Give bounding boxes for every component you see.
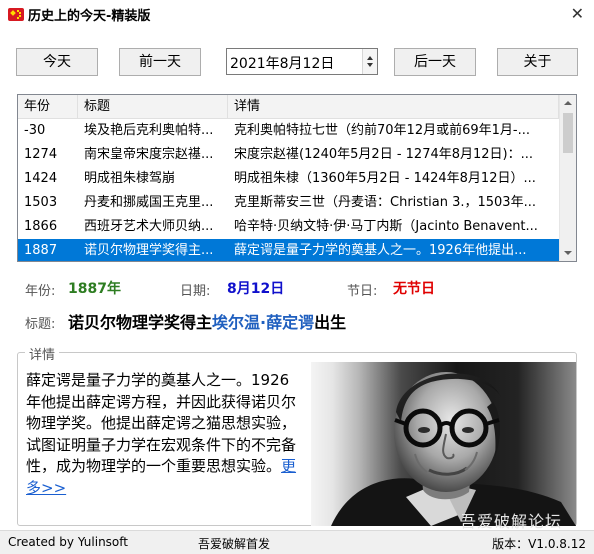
date-picker-value[interactable]: 2021年8月12日 bbox=[230, 53, 334, 73]
column-header-title[interactable]: 标题 bbox=[78, 95, 228, 119]
spin-up-icon[interactable] bbox=[367, 56, 373, 60]
column-header-year[interactable]: 年份 bbox=[18, 95, 78, 119]
status-release: 吾爱破解首发 bbox=[198, 537, 271, 551]
cell-year: 1424 bbox=[24, 171, 58, 186]
details-text: 薛定谔是量子力学的奠基人之一。1926年他提出薛定谔方程，并因此获得诺贝尔物理学… bbox=[26, 370, 304, 499]
cell-detail: 明成祖朱棣（1360年5月2日 - 1424年8月12日）... bbox=[234, 171, 536, 186]
today-button[interactable]: 今天 bbox=[16, 48, 98, 76]
details-group-title: 详情 bbox=[25, 344, 60, 363]
table-row[interactable]: 1424 明成祖朱棣驾崩 明成祖朱棣（1360年5月2日 - 1424年8月12… bbox=[18, 167, 559, 191]
spin-down-icon[interactable] bbox=[367, 63, 373, 67]
person-portrait bbox=[311, 362, 576, 526]
cell-year: 1503 bbox=[24, 195, 58, 210]
cell-title: 诺贝尔物理学奖得主... bbox=[84, 243, 214, 258]
scrollbar-thumb[interactable] bbox=[563, 113, 573, 153]
close-icon[interactable]: ✕ bbox=[571, 4, 584, 23]
details-body: 薛定谔是量子力学的奠基人之一。1926年他提出薛定谔方程，并因此获得诺贝尔物理学… bbox=[26, 371, 297, 475]
cell-detail: 克利奥帕特拉七世（约前70年12月或前69年1月-... bbox=[234, 123, 530, 138]
cell-detail: 克里斯蒂安三世（丹麦语：Christian 3.，1503年... bbox=[234, 195, 536, 210]
date-spinner[interactable] bbox=[362, 49, 377, 74]
column-header-detail[interactable]: 详情 bbox=[228, 95, 559, 119]
events-table[interactable]: 年份 标题 详情 -30 埃及艳后克利奥帕特... 克利奥帕特拉七世（约前70年… bbox=[17, 94, 577, 262]
status-bar: Created by Yulinsoft 吾爱破解首发 版本：V1.0.8.12 bbox=[0, 530, 594, 554]
cell-title: 埃及艳后克利奥帕特... bbox=[84, 123, 214, 138]
headline-person-link[interactable]: 埃尔温·薛定谔 bbox=[212, 313, 314, 332]
window-title: 历史上的今天-精装版 bbox=[28, 9, 151, 24]
headline-suffix: 出生 bbox=[314, 313, 347, 332]
watermark-text: 吾爱破解论坛 bbox=[460, 512, 563, 531]
headline-prefix: 诺贝尔物理学奖得主 bbox=[68, 313, 213, 332]
table-header: 年份 标题 详情 bbox=[18, 95, 559, 119]
title-bar: 历史上的今天-精装版 ✕ bbox=[0, 0, 594, 30]
festival-label: 节日: bbox=[347, 284, 378, 299]
festival-value: 无节日 bbox=[393, 281, 435, 297]
cell-detail: 哈辛特·贝纳文特·伊·马丁内斯（Jacinto Benavent... bbox=[234, 219, 538, 234]
table-body: -30 埃及艳后克利奥帕特... 克利奥帕特拉七世（约前70年12月或前69年1… bbox=[18, 119, 559, 261]
next-day-button[interactable]: 后一天 bbox=[394, 48, 476, 76]
cell-detail: 宋度宗赵禥(1240年5月2日 - 1274年8月12日)：... bbox=[234, 147, 534, 162]
scroll-down-icon[interactable] bbox=[560, 245, 576, 261]
cell-year: -30 bbox=[24, 123, 46, 138]
previous-day-button[interactable]: 前一天 bbox=[119, 48, 201, 76]
cell-title: 丹麦和挪威国王克里... bbox=[84, 195, 214, 210]
china-flag-icon bbox=[8, 8, 24, 21]
table-row[interactable]: 1274 南宋皇帝宋度宗赵禥... 宋度宗赵禥(1240年5月2日 - 1274… bbox=[18, 143, 559, 167]
scroll-up-icon[interactable] bbox=[560, 95, 576, 111]
date-value: 8月12日 bbox=[227, 281, 285, 297]
cell-title: 南宋皇帝宋度宗赵禥... bbox=[84, 147, 214, 162]
cell-title: 明成祖朱棣驾崩 bbox=[84, 171, 176, 186]
cell-year: 1274 bbox=[24, 147, 58, 162]
year-value: 1887年 bbox=[68, 281, 121, 297]
status-credits: Created by Yulinsoft bbox=[8, 535, 128, 549]
table-row[interactable]: 1866 西班牙艺术大师贝纳... 哈辛特·贝纳文特·伊·马丁内斯（Jacint… bbox=[18, 215, 559, 239]
event-headline: 诺贝尔物理学奖得主埃尔温·薛定谔出生 bbox=[68, 309, 346, 333]
table-scrollbar[interactable] bbox=[559, 95, 576, 261]
about-button[interactable]: 关于 bbox=[497, 48, 578, 76]
table-row[interactable]: 1503 丹麦和挪威国王克里... 克里斯蒂安三世（丹麦语：Christian … bbox=[18, 191, 559, 215]
table-row[interactable]: -30 埃及艳后克利奥帕特... 克利奥帕特拉七世（约前70年12月或前69年1… bbox=[18, 119, 559, 143]
cell-year: 1866 bbox=[24, 219, 58, 234]
title-label: 标题: bbox=[25, 317, 56, 332]
date-label: 日期: bbox=[180, 284, 211, 299]
cell-year: 1887 bbox=[24, 243, 58, 258]
cell-detail: 薛定谔是量子力学的奠基人之一。1926年他提出... bbox=[234, 243, 527, 258]
date-picker[interactable]: 2021年8月12日 bbox=[226, 48, 378, 75]
cell-title: 西班牙艺术大师贝纳... bbox=[84, 219, 214, 234]
status-version: 版本：V1.0.8.12 bbox=[492, 537, 586, 551]
year-label: 年份: bbox=[25, 284, 56, 299]
table-row-selected[interactable]: 1887 诺贝尔物理学奖得主... 薛定谔是量子力学的奠基人之一。1926年他提… bbox=[18, 239, 559, 261]
